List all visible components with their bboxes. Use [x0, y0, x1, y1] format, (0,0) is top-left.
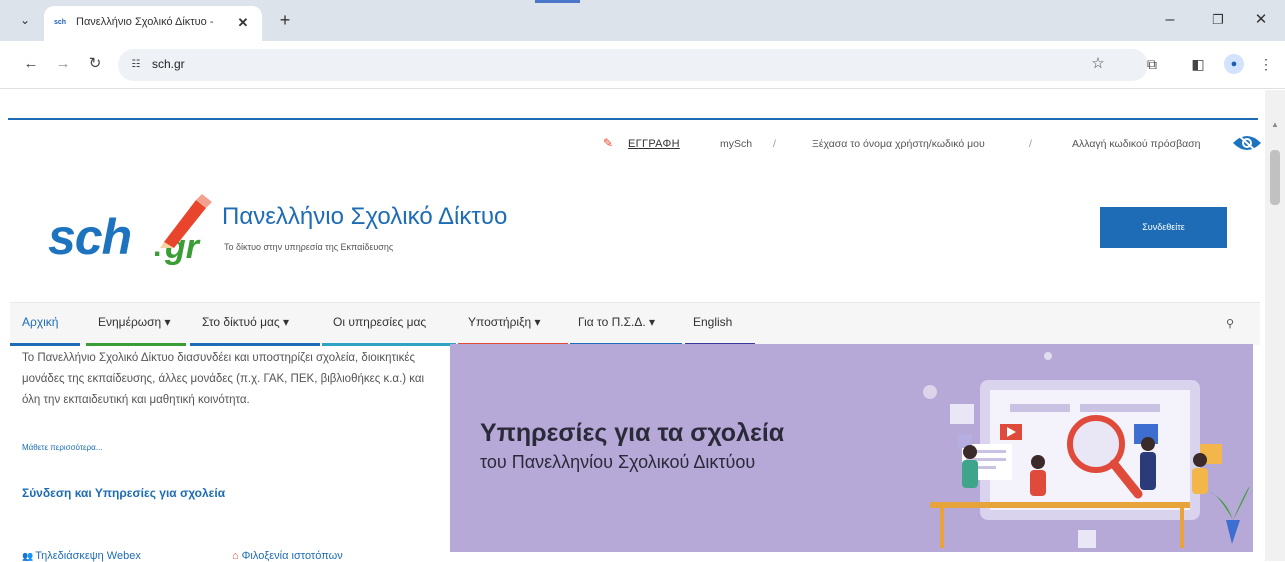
address-bar[interactable]: ☷ sch.gr — [118, 49, 1148, 81]
chevron-down-icon[interactable]: ⌄ — [14, 10, 36, 30]
back-arrow-icon[interactable]: ← — [20, 53, 42, 75]
nav-item-news[interactable]: Ενημέρωση ▾ — [98, 315, 171, 329]
nav-underline — [10, 343, 80, 346]
nav-underline — [86, 343, 186, 346]
main-navigation: Αρχική Ενημέρωση ▾ Στο δίκτυό μας ▾ Οι υ… — [10, 302, 1260, 346]
tab-title: Πανελλήνιο Σχολικό Δίκτυο - — [76, 16, 214, 28]
change-password-link[interactable]: Αλλαγή κωδικού πρόσβαση — [1072, 138, 1201, 150]
browser-tab-bar: ⌄ sch Πανελλήνιο Σχολικό Δίκτυο - ✕ + – … — [0, 0, 1285, 41]
webex-label: Τηλεδιάσκεψη Webex — [35, 550, 141, 562]
browser-toolbar: ← → ↻ ☷ sch.gr ☆ ⧉ ◧ ● ⋮ — [0, 41, 1285, 89]
school-services-link[interactable]: Σύνδεση και Υπηρεσίες για σχολεία — [22, 486, 225, 500]
sch-logo[interactable]: sch . gr — [48, 190, 218, 270]
close-window-icon[interactable]: ✕ — [1251, 10, 1271, 30]
nav-underline — [322, 343, 456, 346]
url-text[interactable]: sch.gr — [152, 57, 185, 71]
hero-title: Υπηρεσίες για τα σχολεία — [480, 419, 785, 447]
site-subtitle: Το δίκτυο στην υπηρεσία της Εκπαίδευσης — [224, 242, 394, 252]
nav-item-english[interactable]: English — [693, 315, 732, 329]
mysch-link[interactable]: mySch — [720, 138, 752, 150]
site-title: Πανελλήνιο Σχολικό Δίκτυο — [222, 203, 508, 230]
nav-item-services[interactable]: Οι υπηρεσίες μας — [333, 315, 426, 329]
hero-subtitle: του Πανελληνίου Σχολικού Δικτύου — [480, 452, 756, 472]
utility-bar: ✎ ΕΓΓΡΑΦΗ mySch / Ξέχασα το όνομα χρήστη… — [0, 130, 1265, 160]
plus-icon[interactable]: + — [274, 9, 296, 31]
hosting-label: Φιλοξενία ιστοτόπων — [241, 550, 343, 562]
search-icon[interactable]: ⚲ — [1222, 316, 1238, 332]
nav-item-network[interactable]: Στο δίκτυό μας ▾ — [202, 315, 289, 329]
hosting-link[interactable]: ⌂ Φιλοξενία ιστοτόπων — [232, 550, 343, 562]
site-info-icon[interactable]: ☷ — [128, 57, 144, 73]
top-divider — [8, 118, 1258, 120]
nav-item-home[interactable]: Αρχική — [22, 315, 58, 329]
learn-more-link[interactable]: Μάθετε περισσότερα... — [22, 443, 102, 452]
scroll-up-icon[interactable]: ▲ — [1270, 120, 1280, 130]
register-link[interactable]: ΕΓΓΡΑΦΗ — [628, 138, 680, 150]
school-services-illustration — [923, 352, 1250, 548]
scrollbar-thumb[interactable] — [1270, 150, 1280, 205]
tab-strip-accent — [535, 0, 580, 3]
pencil-icon: ✎ — [603, 136, 614, 150]
login-button[interactable]: Συνδεθείτε — [1100, 207, 1227, 248]
page-scrollbar[interactable]: ▲ — [1265, 90, 1285, 561]
nav-item-support[interactable]: Υποστήριξη ▾ — [468, 315, 541, 329]
hero-banner[interactable]: Υπηρεσίες για τα σχολεία του Πανελληνίου… — [450, 344, 1253, 552]
accessibility-eye-icon[interactable] — [1231, 132, 1263, 154]
logo-main-text: sch — [48, 209, 132, 265]
home-icon: ⌂ — [232, 550, 239, 562]
minimize-icon[interactable]: – — [1160, 10, 1180, 30]
kebab-menu-icon[interactable]: ⋮ — [1256, 54, 1276, 74]
separator: / — [773, 138, 776, 150]
users-icon: 👥 — [22, 551, 34, 561]
separator: / — [1029, 138, 1032, 150]
close-icon[interactable]: ✕ — [234, 14, 252, 32]
intro-text: Το Πανελλήνιο Σχολικό Δίκτυο διασυνδέει … — [22, 352, 425, 406]
side-panel-icon[interactable]: ◧ — [1188, 54, 1208, 74]
star-icon[interactable]: ☆ — [1088, 54, 1108, 74]
nav-item-about[interactable]: Για το Π.Σ.Δ. ▾ — [578, 315, 655, 329]
reload-icon[interactable]: ↻ — [84, 53, 106, 75]
web-page: ✎ ΕΓΓΡΑΦΗ mySch / Ξέχασα το όνομα χρήστη… — [0, 90, 1265, 562]
forward-arrow-icon[interactable]: → — [52, 53, 74, 75]
logo-pencil-icon — [160, 194, 212, 248]
forgot-credentials-link[interactable]: Ξέχασα το όνομα χρήστη/κωδικό μου — [812, 138, 985, 150]
profile-icon[interactable]: ● — [1224, 54, 1244, 74]
nav-underline — [190, 343, 320, 346]
browser-tab[interactable]: sch Πανελλήνιο Σχολικό Δίκτυο - ✕ — [44, 6, 262, 41]
restore-icon[interactable]: ❐ — [1208, 10, 1228, 30]
favicon-icon: sch — [54, 19, 67, 26]
puzzle-icon[interactable]: ⧉ — [1142, 54, 1162, 74]
webex-link[interactable]: 👥 Τηλεδιάσκεψη Webex — [22, 550, 141, 562]
